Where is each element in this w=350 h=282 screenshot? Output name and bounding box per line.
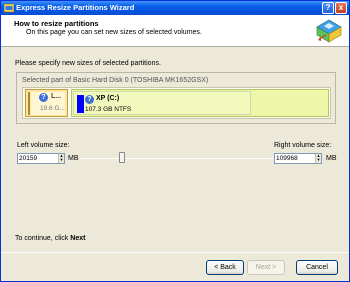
right-volume-spin-arrows-icon[interactable]: ▲ ▼ — [315, 154, 321, 163]
right-volume-unit: MB — [326, 155, 337, 162]
disk-group-title: Selected part of Basic Hard Disk 0 (TOSH… — [22, 77, 209, 84]
title-bar[interactable]: Express Resize Partitions Wizard ? x — [1, 1, 349, 15]
left-volume-label: Left volume size: — [17, 142, 70, 149]
next-button[interactable]: Next > — [247, 260, 285, 275]
wizard-window: Express Resize Partitions Wizard ? x How… — [0, 0, 350, 282]
footer-divider — [1, 252, 349, 253]
page-title: How to resize partitions — [14, 19, 99, 28]
continue-hint-action: Next — [70, 235, 86, 242]
right-volume-label: Right volume size: — [274, 142, 332, 149]
right-volume-input[interactable] — [276, 154, 314, 163]
right-volume-spinner[interactable]: ▲▼ — [274, 153, 322, 164]
continue-hint-prefix: To continue, click — [15, 235, 69, 242]
left-volume-spin-arrows-icon[interactable]: ▲ ▼ — [58, 154, 64, 163]
back-button[interactable]: < Back — [206, 260, 244, 275]
cancel-button[interactable]: Cancel — [296, 260, 338, 275]
partition-left-size: 19.6 G... — [40, 105, 65, 112]
size-slider-thumb[interactable] — [118, 152, 125, 163]
app-icon — [4, 3, 14, 13]
partition-left-question-icon: ? — [39, 93, 48, 102]
wizard-header: How to resize partitions On this page yo… — [1, 15, 349, 47]
partition-main-question-icon: ? — [85, 95, 94, 104]
partition-left-selection-bar — [28, 92, 30, 115]
instruction-text: Please specify new sizes of selected par… — [15, 60, 161, 67]
help-button[interactable]: ? — [322, 2, 334, 14]
left-volume-input[interactable] — [19, 154, 57, 163]
size-slider-track[interactable] — [81, 158, 274, 159]
left-volume-spinner[interactable]: ▲▼ — [17, 153, 65, 164]
left-volume-unit: MB — [68, 155, 79, 162]
continue-hint: To continue, click Next — [15, 235, 85, 242]
window-title: Express Resize Partitions Wizard — [16, 3, 135, 12]
partition-left-label: L... — [51, 93, 62, 100]
partition-main-name: XP (C:) — [96, 95, 120, 102]
partition-main-detail: 107.3 GB NTFS — [85, 106, 132, 113]
resize-partitions-logo-icon — [316, 19, 342, 43]
close-button[interactable]: x — [335, 2, 347, 14]
page-subtitle: On this page you can set new sizes of se… — [26, 29, 202, 36]
partition-main-usage-bar — [77, 95, 84, 113]
